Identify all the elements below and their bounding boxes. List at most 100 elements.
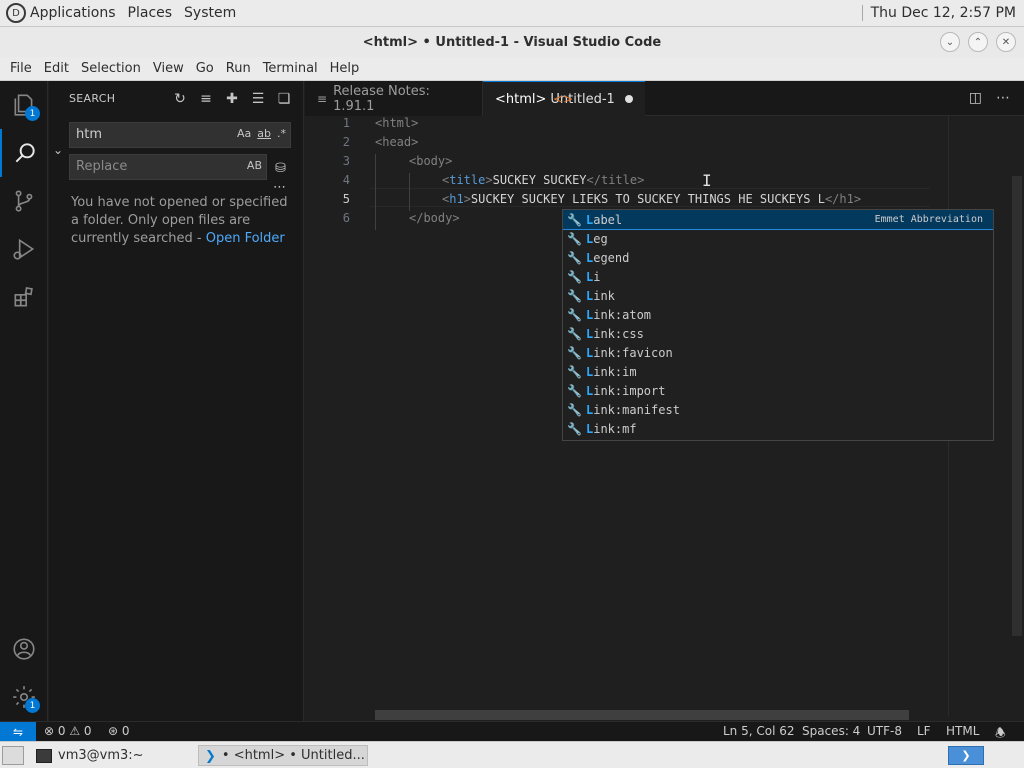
search-input[interactable]: htm Aa ab .*	[69, 122, 291, 148]
terminal-icon	[36, 748, 52, 763]
editor-tab-bar: ≡ Release Notes: 1.91.1 <> <html> Untitl…	[305, 81, 1024, 116]
taskbar-terminal-label: vm3@vm3:~	[58, 748, 144, 763]
line-number: 2	[342, 135, 350, 149]
minimize-button[interactable]: ⌄	[940, 32, 960, 52]
more-options-icon[interactable]: ⋯	[273, 180, 286, 195]
line-number: 1	[342, 116, 350, 130]
suggestion-item[interactable]: 🔧 Legend	[563, 248, 993, 267]
code-line-3: <body>	[409, 154, 453, 168]
suggestion-item[interactable]: 🔧 Link	[563, 286, 993, 305]
applications-menu[interactable]: Applications	[30, 5, 116, 21]
suggestion-item[interactable]: 🔧 Link:atom	[563, 305, 993, 324]
explorer-icon[interactable]: 1	[0, 81, 48, 129]
window-title-bar: <html> • Untitled-1 - Visual Studio Code…	[0, 27, 1024, 57]
menu-selection[interactable]: Selection	[75, 61, 147, 76]
cursor-position[interactable]: Ln 5, Col 62	[723, 724, 795, 738]
system-menu[interactable]: System	[184, 5, 236, 21]
tab-label-tag: <html>	[495, 91, 547, 107]
taskbar-terminal[interactable]: vm3@vm3:~	[30, 745, 196, 766]
new-search-editor-icon[interactable]: ✚	[223, 90, 241, 108]
horizontal-scrollbar[interactable]	[375, 710, 909, 720]
unsaved-dot-icon[interactable]	[625, 95, 633, 103]
settings-badge: 1	[25, 698, 40, 713]
clear-results-icon[interactable]: ≡	[197, 90, 215, 108]
split-editor-icon[interactable]: ◫	[969, 90, 982, 106]
end-of-line[interactable]: LF	[917, 724, 931, 738]
open-folder-link[interactable]: Open Folder	[206, 231, 285, 246]
search-query: htm	[76, 127, 102, 142]
indentation[interactable]: Spaces: 4	[802, 724, 860, 738]
gnome-logo-icon[interactable]: D	[6, 3, 26, 23]
suggestion-item[interactable]: 🔧 Link:mf	[563, 419, 993, 438]
tab-label: Release Notes: 1.91.1	[333, 83, 430, 114]
show-desktop-icon[interactable]	[2, 746, 24, 765]
menu-run[interactable]: Run	[220, 61, 257, 76]
wrench-icon: 🔧	[567, 364, 582, 379]
suggestion-item[interactable]: 🔧 Li	[563, 267, 993, 286]
suggestion-item[interactable]: 🔧 Link:manifest	[563, 400, 993, 419]
suggestion-item[interactable]: 🔧 Leg	[563, 229, 993, 248]
extensions-icon[interactable]	[0, 273, 48, 321]
code-line-6: </body>	[409, 211, 460, 225]
menu-help[interactable]: Help	[324, 61, 366, 76]
menu-edit[interactable]: Edit	[38, 61, 75, 76]
replace-placeholder: Replace	[76, 159, 128, 174]
code-line-1: <html>	[375, 116, 419, 130]
source-control-icon[interactable]	[0, 177, 48, 225]
maximize-button[interactable]: ⌃	[968, 32, 988, 52]
toggle-replace-chevron-icon[interactable]: ⌄	[53, 143, 63, 157]
ports-status[interactable]: ⊛ 0	[108, 724, 130, 738]
suggestion-item[interactable]: 🔧 Link:im	[563, 362, 993, 381]
search-icon[interactable]	[0, 129, 48, 177]
menu-go[interactable]: Go	[190, 61, 220, 76]
close-button[interactable]: ✕	[996, 32, 1016, 52]
suggestion-widget: 🔧 Label Emmet Abbreviation 🔧 Leg 🔧 Legend 🔧 L…	[562, 209, 994, 441]
clock[interactable]: Thu Dec 12, 2:57 PM	[871, 5, 1016, 21]
encoding[interactable]: UTF-8	[867, 724, 902, 738]
no-folder-message: You have not opened or specified a folde…	[71, 194, 291, 248]
workspace-switcher[interactable]: ❯	[948, 746, 984, 765]
match-case-toggle[interactable]: Aa	[237, 127, 251, 140]
view-as-tree-icon[interactable]: ☰	[249, 90, 267, 108]
suggestion-item[interactable]: 🔧 Link:favicon	[563, 343, 993, 362]
explorer-badge: 1	[25, 106, 40, 121]
replace-input[interactable]: Replace AB	[69, 154, 267, 180]
settings-gear-icon[interactable]: 1	[0, 673, 48, 721]
taskbar-vscode-label: • <html> • Untitled...	[221, 748, 365, 763]
preserve-case-toggle[interactable]: AB	[247, 159, 262, 172]
gnome-top-panel: D Applications Places System Thu Dec 12,…	[0, 0, 1024, 27]
use-regex-toggle[interactable]: .*	[277, 127, 286, 140]
line-number: 5	[342, 192, 350, 206]
match-whole-word-toggle[interactable]: ab	[257, 127, 271, 140]
run-debug-icon[interactable]	[0, 225, 48, 273]
window-title: <html> • Untitled-1 - Visual Studio Code	[362, 34, 662, 50]
more-actions-icon[interactable]: ⋯	[996, 90, 1010, 106]
sidebar-title: SEARCH	[69, 92, 116, 105]
taskbar: vm3@vm3:~ ❯ • <html> • Untitled... ❯	[0, 741, 1024, 768]
language-mode[interactable]: HTML	[946, 724, 979, 738]
collapse-all-icon[interactable]: ❏	[275, 90, 293, 108]
release-notes-icon: ≡	[317, 91, 328, 106]
suggestion-detail: Emmet Abbreviation	[874, 214, 983, 225]
menu-file[interactable]: File	[4, 61, 38, 76]
taskbar-vscode[interactable]: ❯ • <html> • Untitled...	[198, 745, 368, 766]
vertical-scrollbar[interactable]	[1012, 176, 1022, 636]
places-menu[interactable]: Places	[128, 5, 173, 21]
code-line-2: <head>	[375, 135, 419, 149]
accounts-icon[interactable]	[0, 625, 48, 673]
remote-indicator-icon[interactable]: ⇋	[0, 722, 36, 742]
suggestion-item[interactable]: 🔧 Label Emmet Abbreviation	[563, 210, 993, 230]
menu-terminal[interactable]: Terminal	[257, 61, 324, 76]
status-bar: ⇋ ⊗ 0 ⚠ 0 ⊛ 0 Ln 5, Col 62 Spaces: 4 UTF…	[0, 721, 1024, 742]
wrench-icon: 🔧	[567, 402, 582, 417]
replace-all-icon[interactable]: ⛁	[275, 161, 286, 176]
wrench-icon: 🔧	[567, 345, 582, 360]
menu-view[interactable]: View	[147, 61, 190, 76]
tab-release-notes[interactable]: ≡ Release Notes: 1.91.1	[305, 81, 483, 116]
refresh-icon[interactable]: ↻	[171, 90, 189, 108]
tab-untitled-1[interactable]: <> <html> Untitled-1	[483, 81, 645, 116]
suggestion-item[interactable]: 🔧 Link:import	[563, 381, 993, 400]
indent-guide	[409, 173, 410, 211]
problems-status[interactable]: ⊗ 0 ⚠ 0	[44, 724, 92, 738]
suggestion-item[interactable]: 🔧 Link:css	[563, 324, 993, 343]
